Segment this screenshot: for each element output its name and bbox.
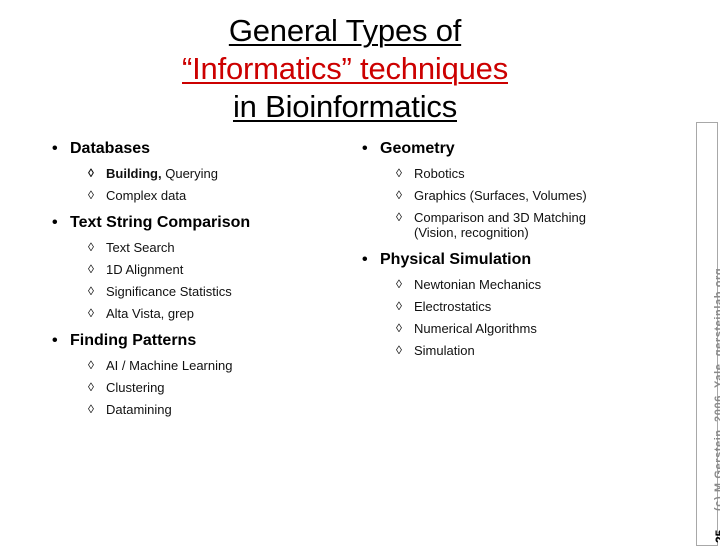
credit-rotation-wrapper: (c) M Gerstein, 2006, Yale, gersteinlab.… (697, 123, 720, 547)
list-item-label: Newtonian Mechanics (414, 277, 542, 292)
title-line-2: “Informatics” techniques (0, 50, 690, 88)
list-item-label: Significance Statistics (106, 284, 232, 299)
heading-physical-simulation: • Physical Simulation (358, 249, 678, 270)
bullet-dot-icon: • (362, 251, 368, 268)
page-title: General Types of “Informatics” technique… (0, 12, 690, 126)
bullet-diamond-icon: ◊ (396, 321, 402, 335)
list-item-label-bold: Building, (106, 166, 162, 181)
heading-finding-patterns: • Finding Patterns (48, 330, 358, 351)
bullet-dot-icon: • (52, 332, 58, 349)
bullet-diamond-icon: ◊ (88, 358, 94, 372)
bullet-dot-icon: • (52, 214, 58, 231)
credit-text: (c) M Gerstein, 2006, Yale, gersteinlab.… (713, 267, 720, 511)
group-text-string-comparison: • Text String Comparison ◊ Text Search ◊… (48, 212, 358, 321)
list-item-label: Text Search (106, 240, 175, 255)
heading-text-string-comparison: • Text String Comparison (48, 212, 358, 233)
list-item-label: Numerical Algorithms (414, 321, 537, 336)
heading-geometry-label: Geometry (380, 140, 455, 157)
list-item-label: AI / Machine Learning (106, 358, 233, 373)
list-item-label: Electrostatics (414, 299, 492, 314)
list-item: ◊ Datamining (48, 402, 358, 417)
list-item-label: Simulation (414, 343, 475, 358)
bullet-diamond-icon: ◊ (88, 240, 94, 254)
list-item-label: Robotics (414, 166, 465, 181)
title-line-1: General Types of (0, 12, 690, 50)
bullet-dot-icon: • (52, 140, 58, 157)
list-item: ◊ Robotics (358, 166, 678, 181)
slide-number: 25 (713, 529, 720, 543)
bullet-diamond-icon: ◊ (396, 343, 402, 357)
list-item: ◊ Electrostatics (358, 299, 678, 314)
bullet-diamond-icon: ◊ (88, 262, 94, 276)
bullet-diamond-icon: ◊ (396, 210, 402, 224)
list-item: ◊ Clustering (48, 380, 358, 395)
heading-geometry: • Geometry (358, 138, 678, 159)
group-databases: • Databases ◊ Building, Querying ◊ Compl… (48, 138, 358, 203)
list-item-label: 1D Alignment (106, 262, 184, 277)
list-item-label: Graphics (Surfaces, Volumes) (414, 188, 587, 203)
bullet-diamond-icon: ◊ (396, 277, 402, 291)
bullet-diamond-icon: ◊ (88, 306, 94, 320)
group-physical-simulation: • Physical Simulation ◊ Newtonian Mechan… (358, 249, 678, 358)
heading-finding-patterns-label: Finding Patterns (70, 332, 197, 349)
title-line-1-text: General Types of (228, 13, 462, 48)
heading-databases: • Databases (48, 138, 358, 159)
title-line-3-text: in Bioinformatics (232, 89, 457, 124)
list-item: ◊ 1D Alignment (48, 262, 358, 277)
heading-physical-simulation-label: Physical Simulation (380, 251, 532, 268)
bullet-diamond-icon: ◊ (88, 402, 94, 416)
list-item-label: Alta Vista, grep (106, 306, 194, 321)
list-item: ◊ Text Search (48, 240, 358, 255)
list-item-label-continuation: (Vision, recognition) (414, 225, 529, 240)
bullet-diamond-icon: ◊ (88, 166, 94, 180)
group-finding-patterns: • Finding Patterns ◊ AI / Machine Learni… (48, 330, 358, 417)
bullet-diamond-icon: ◊ (396, 166, 402, 180)
credit-sidebar: (c) M Gerstein, 2006, Yale, gersteinlab.… (696, 122, 720, 547)
bullet-diamond-icon: ◊ (88, 188, 94, 202)
title-line-3: in Bioinformatics (0, 88, 690, 126)
heading-text-string-comparison-label: Text String Comparison (70, 214, 251, 231)
list-item: ◊ AI / Machine Learning (48, 358, 358, 373)
list-item: ◊ Graphics (Surfaces, Volumes) (358, 188, 678, 203)
list-item: ◊ Significance Statistics (48, 284, 358, 299)
list-item: ◊ Numerical Algorithms (358, 321, 678, 336)
right-column: • Geometry ◊ Robotics ◊ Graphics (Surfac… (358, 138, 678, 358)
bullet-diamond-icon: ◊ (396, 188, 402, 202)
list-item: ◊ Simulation (358, 343, 678, 358)
title-line-2-text: “Informatics” techniques (182, 51, 508, 86)
list-item: ◊ Building, Querying (48, 166, 358, 181)
heading-databases-label: Databases (70, 140, 151, 157)
list-item: ◊ Comparison and 3D Matching (Vision, re… (358, 210, 678, 240)
slide-canvas: General Types of “Informatics” technique… (0, 0, 720, 546)
list-item-label: Comparison and 3D Matching (414, 210, 586, 225)
list-item-label: Querying (161, 166, 218, 181)
list-item: ◊ Newtonian Mechanics (358, 277, 678, 292)
list-item-label: Complex data (106, 188, 187, 203)
bullet-diamond-icon: ◊ (396, 299, 402, 313)
list-item: ◊ Alta Vista, grep (48, 306, 358, 321)
list-item-label: Clustering (106, 380, 165, 395)
bullet-dot-icon: • (362, 140, 368, 157)
content-columns: • Databases ◊ Building, Querying ◊ Compl… (0, 138, 690, 538)
group-geometry: • Geometry ◊ Robotics ◊ Graphics (Surfac… (358, 138, 678, 240)
left-column: • Databases ◊ Building, Querying ◊ Compl… (48, 138, 358, 417)
bullet-diamond-icon: ◊ (88, 284, 94, 298)
bullet-diamond-icon: ◊ (88, 380, 94, 394)
list-item-label: Datamining (106, 402, 172, 417)
list-item: ◊ Complex data (48, 188, 358, 203)
